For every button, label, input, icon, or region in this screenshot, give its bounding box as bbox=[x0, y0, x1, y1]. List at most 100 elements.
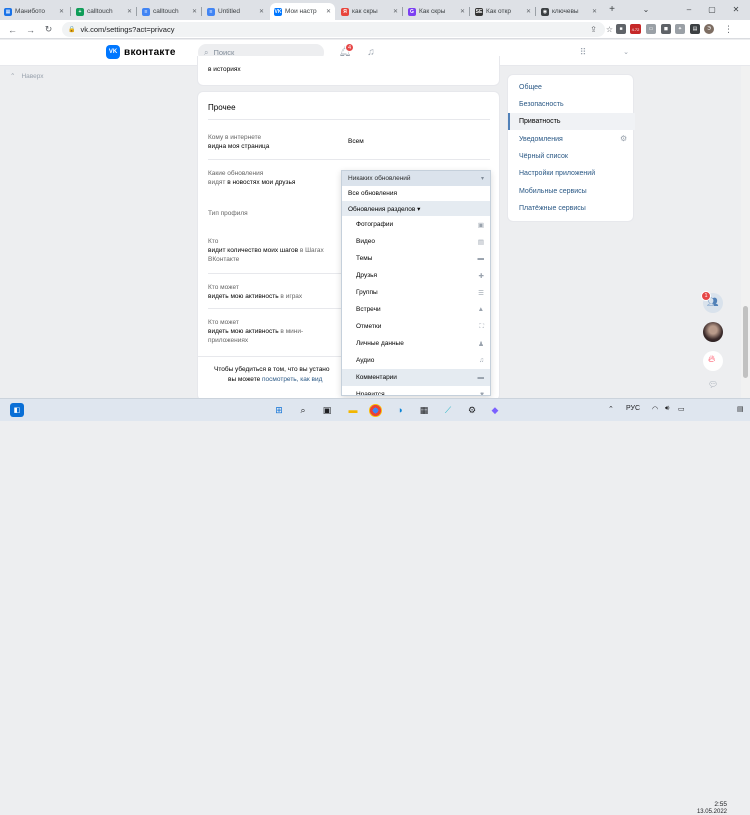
browser-tab[interactable]: SE Как откр ✕ bbox=[471, 3, 535, 20]
settings-menu-item[interactable]: Приватность bbox=[508, 113, 635, 130]
dropdown-option-label: Нравится bbox=[356, 391, 385, 396]
row-label-plain: Кто bbox=[208, 238, 219, 245]
windows-start-icon[interactable]: ⊞ bbox=[272, 403, 286, 417]
extension-icon[interactable]: ■ bbox=[616, 24, 626, 34]
divider bbox=[208, 159, 490, 160]
news-updates-dropdown[interactable]: Никаких обновлений ▾ Все обновления Обнов… bbox=[341, 170, 491, 396]
view-as-link[interactable]: посмотреть, как вид bbox=[262, 376, 322, 383]
chrome-icon[interactable] bbox=[369, 404, 382, 417]
notification-center-icon[interactable]: ▤ bbox=[737, 405, 744, 413]
browser-tab[interactable]: VK Мои настр ✕ bbox=[270, 3, 335, 20]
close-window-icon[interactable]: ✕ bbox=[727, 2, 745, 16]
settings-menu-item[interactable]: Общее bbox=[508, 79, 635, 96]
tab-search-icon[interactable]: ⌄ bbox=[637, 2, 655, 16]
edge-icon[interactable]: ◑ bbox=[393, 403, 407, 417]
dropdown-option[interactable]: Все обновления bbox=[342, 186, 490, 201]
tab-close-icon[interactable]: ✕ bbox=[524, 8, 531, 15]
clock-time[interactable]: 2:55 bbox=[697, 801, 727, 808]
dropdown-option-icon: ▤ bbox=[477, 238, 484, 246]
dropdown-option[interactable]: Друзья ✚ bbox=[342, 267, 490, 284]
tab-close-icon[interactable]: ✕ bbox=[257, 8, 264, 15]
tab-label: Манибото bbox=[15, 8, 46, 15]
browser-tab[interactable]: G Как скры ✕ bbox=[404, 3, 469, 20]
wifi-icon[interactable]: ◠ bbox=[652, 405, 658, 413]
tab-close-icon[interactable]: ✕ bbox=[590, 8, 597, 15]
menu-dots-icon[interactable]: ⋮ bbox=[722, 23, 735, 36]
settings-menu-item[interactable]: Платёжные сервисы bbox=[508, 200, 635, 217]
tab-close-icon[interactable]: ✕ bbox=[190, 8, 197, 15]
address-bar[interactable]: 🔒 vk.com/settings?act=privacy bbox=[62, 22, 605, 37]
dropdown-selected[interactable]: Никаких обновлений ▾ bbox=[342, 171, 490, 186]
tab-favicon-icon: SE bbox=[475, 7, 483, 16]
tab-close-icon[interactable]: ✕ bbox=[324, 8, 331, 15]
settings-menu-item[interactable]: Уведомления bbox=[508, 131, 635, 148]
browser-tab[interactable]: Якак скры ✕ bbox=[337, 3, 402, 20]
gear-icon[interactable]: ⚙ bbox=[620, 134, 627, 143]
widgets-icon[interactable]: ◧ bbox=[10, 403, 24, 417]
settings-menu-item[interactable]: Чёрный список bbox=[508, 148, 635, 165]
tab-close-icon[interactable]: ✕ bbox=[458, 8, 465, 15]
settings-menu-item[interactable]: Мобильные сервисы bbox=[508, 183, 635, 200]
dropdown-option[interactable]: Встречи ▲ bbox=[342, 301, 490, 318]
settings-taskbar-icon[interactable]: ⚙ bbox=[465, 403, 479, 417]
clock-date[interactable]: 13.05.2022 bbox=[691, 809, 727, 815]
bookmark-star-icon[interactable]: ☆ bbox=[603, 23, 616, 36]
apps-grid-icon[interactable]: ⠿ bbox=[576, 45, 590, 59]
chevron-down-icon[interactable]: ⌄ bbox=[619, 45, 633, 59]
file-explorer-icon[interactable]: ▬ bbox=[346, 403, 360, 417]
dropdown-option[interactable]: Отметки ⛶ bbox=[342, 318, 490, 335]
extension-icon-3[interactable]: ◼ bbox=[661, 24, 671, 34]
page-visibility-value[interactable]: Всем bbox=[348, 138, 364, 145]
dropdown-option-label: Друзья bbox=[356, 272, 378, 279]
extensions-puzzle-icon[interactable]: ✦ bbox=[675, 24, 685, 34]
tray-chevron-icon[interactable]: ⌃ bbox=[608, 405, 614, 413]
dropdown-option[interactable]: Фотографии ▣ bbox=[342, 216, 490, 233]
browser-tab[interactable]: ◉ ключевы ✕ bbox=[537, 3, 601, 20]
settings-menu-item[interactable]: Безопасность bbox=[508, 96, 635, 113]
page-scrollbar-thumb[interactable] bbox=[743, 306, 748, 378]
keyboard-language[interactable]: РУС bbox=[626, 405, 640, 412]
battery-icon[interactable]: ▭ bbox=[678, 405, 685, 413]
task-view-icon[interactable]: ▣ bbox=[320, 403, 334, 417]
back-icon[interactable]: ← bbox=[6, 23, 19, 36]
store-icon[interactable]: ▦ bbox=[417, 403, 431, 417]
new-tab-button[interactable]: + bbox=[603, 2, 621, 16]
extension-icon-2[interactable]: ▭ bbox=[646, 24, 656, 34]
dropdown-option[interactable]: Нравится ♥ bbox=[342, 386, 490, 396]
app-arrow-icon[interactable]: ⟋ bbox=[441, 403, 455, 417]
dropdown-option[interactable]: Видео ▤ bbox=[342, 233, 490, 250]
reload-icon[interactable]: ↻ bbox=[42, 23, 55, 36]
tab-separator bbox=[70, 7, 71, 16]
settings-menu-item[interactable]: Настройки приложений bbox=[508, 165, 635, 182]
dropdown-option[interactable]: Группы ☰ bbox=[342, 284, 490, 301]
chat-contact-avatar[interactable] bbox=[703, 322, 723, 342]
extension-badge: 4.72 bbox=[631, 26, 640, 32]
dropdown-option[interactable]: Обновления разделов ▾ bbox=[342, 201, 490, 216]
volume-icon[interactable]: 🔊︎ bbox=[665, 405, 669, 413]
dropdown-option[interactable]: Личные данные ♟ bbox=[342, 335, 490, 352]
dropdown-option[interactable]: Комментарии ▬ bbox=[342, 369, 490, 386]
tab-close-icon[interactable]: ✕ bbox=[57, 8, 64, 15]
browser-tab[interactable]: ≡ calltouch ✕ bbox=[138, 3, 201, 20]
footer-text-plain: вы можете bbox=[228, 376, 263, 383]
forward-icon[interactable]: → bbox=[24, 23, 37, 36]
tab-close-icon[interactable]: ✕ bbox=[125, 8, 132, 15]
browser-tab[interactable]: ▦ Манибото ✕ bbox=[0, 3, 68, 20]
scroll-to-top-button[interactable]: ⌃ Наверх bbox=[10, 72, 44, 81]
footer-text-line1: Чтобы убедиться в том, что вы устано bbox=[214, 366, 330, 373]
extension-counter-icon[interactable]: 4.72 bbox=[630, 24, 641, 34]
dropdown-option[interactable]: Аудио ♫ bbox=[342, 352, 490, 369]
browser-tab[interactable]: + calltouch ✕ bbox=[72, 3, 136, 20]
tab-close-icon[interactable]: ✕ bbox=[391, 8, 398, 15]
minimize-icon[interactable]: – bbox=[680, 2, 698, 16]
browser-tab[interactable]: ≡ Untitled ✕ bbox=[203, 3, 268, 20]
profile-avatar-icon[interactable]: Э bbox=[704, 24, 714, 34]
maximize-icon[interactable]: ▢ bbox=[703, 2, 721, 16]
chat-bubble-icon[interactable]: 💬︎ bbox=[708, 380, 718, 389]
app-icon[interactable]: ◆ bbox=[488, 403, 502, 417]
share-icon[interactable]: ⇪ bbox=[587, 23, 600, 36]
media-icon[interactable]: ▤ bbox=[690, 24, 700, 34]
dropdown-option[interactable]: Темы ▬ bbox=[342, 250, 490, 267]
vk-logo[interactable]: VK вконтакте bbox=[106, 45, 176, 59]
search-taskbar-icon[interactable]: ⌕ bbox=[296, 403, 310, 417]
